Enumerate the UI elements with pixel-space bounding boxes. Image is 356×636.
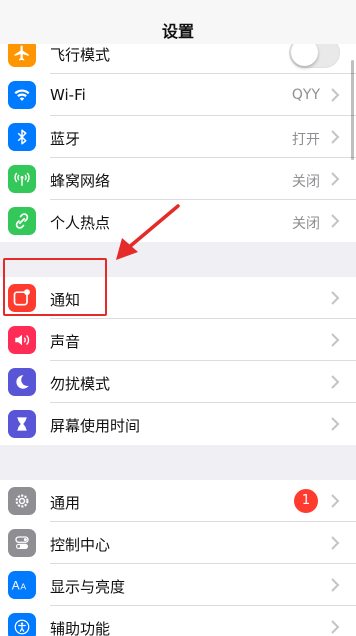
- row-sounds[interactable]: 声音: [0, 319, 356, 361]
- moon-icon: [8, 368, 36, 396]
- chevron-right-icon: [331, 88, 340, 102]
- cellular-status-value: 关闭: [292, 174, 320, 190]
- chevron-right-icon: [331, 417, 340, 431]
- row-label: 屏幕使用时间: [50, 417, 141, 435]
- link-icon: [8, 207, 36, 235]
- row-control-center[interactable]: 控制中心: [0, 522, 356, 564]
- row-do-not-disturb[interactable]: 勿扰模式: [0, 361, 356, 403]
- chevron-right-icon: [331, 333, 340, 347]
- wifi-icon: [8, 81, 36, 109]
- row-label: 飞行模式: [50, 46, 111, 64]
- row-label: 显示与亮度: [50, 578, 126, 596]
- chevron-right-icon: [331, 578, 340, 592]
- chevron-right-icon: [331, 214, 340, 228]
- chevron-right-icon: [331, 620, 340, 634]
- page-title: 设置: [161, 22, 194, 41]
- wifi-network-value: QYY: [291, 87, 320, 103]
- annotation-highlight-box: [3, 258, 107, 316]
- bluetooth-status-value: 打开: [292, 132, 320, 148]
- row-label: 辅助功能: [50, 620, 111, 636]
- chevron-right-icon: [331, 375, 340, 389]
- row-bluetooth[interactable]: 蓝牙 打开: [0, 116, 356, 158]
- row-display-brightness[interactable]: AA 显示与亮度: [0, 564, 356, 606]
- hourglass-icon: [8, 410, 36, 438]
- hotspot-status-value: 关闭: [292, 216, 320, 232]
- update-badge: 1: [294, 489, 318, 513]
- chevron-right-icon: [331, 536, 340, 550]
- row-label: 个人热点: [50, 214, 111, 232]
- svg-text:A: A: [20, 582, 26, 592]
- row-label: 蓝牙: [50, 130, 81, 148]
- bluetooth-icon: [8, 123, 36, 151]
- row-accessibility[interactable]: 辅助功能: [0, 606, 356, 636]
- text-size-icon: AA: [8, 571, 36, 599]
- row-label: Wi-Fi: [50, 86, 86, 104]
- navigation-bar: 设置: [0, 0, 356, 44]
- row-screen-time[interactable]: 屏幕使用时间: [0, 403, 356, 445]
- row-wifi[interactable]: Wi-Fi QYY: [0, 74, 356, 116]
- svg-text:A: A: [12, 580, 20, 593]
- row-label: 声音: [50, 333, 81, 351]
- speaker-icon: [8, 326, 36, 354]
- chevron-right-icon: [331, 291, 340, 305]
- status-bar: [0, 0, 356, 4]
- antenna-icon: [8, 165, 36, 193]
- row-general[interactable]: 通用 1: [0, 480, 356, 522]
- gear-icon: [8, 487, 36, 515]
- scroll-indicator[interactable]: [351, 60, 354, 160]
- accessibility-icon: [8, 613, 36, 636]
- row-cellular[interactable]: 蜂窝网络 关闭: [0, 158, 356, 200]
- row-label: 勿扰模式: [50, 375, 111, 393]
- row-label: 蜂窝网络: [50, 172, 111, 190]
- switches-icon: [8, 529, 36, 557]
- general-group: 通用 1 控制中心 AA 显示与亮度 辅助功能: [0, 480, 356, 636]
- row-label: 控制中心: [50, 536, 111, 554]
- row-label: 通用: [50, 494, 81, 512]
- chevron-right-icon: [331, 172, 340, 186]
- chevron-right-icon: [331, 494, 340, 508]
- annotation-arrow-icon: [116, 204, 180, 260]
- chevron-right-icon: [331, 130, 340, 144]
